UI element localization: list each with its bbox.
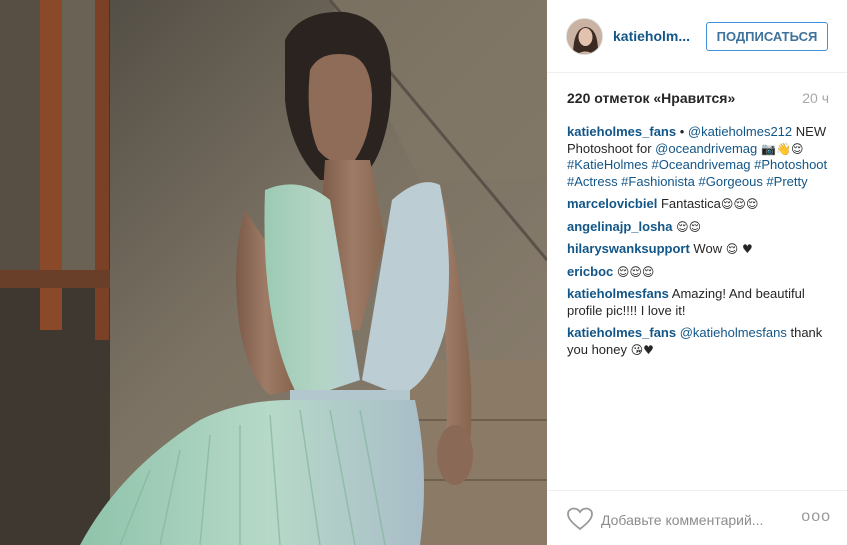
likes-count[interactable]: 220 отметок «Нравится»	[567, 90, 735, 106]
comment-item: katieholmes_fans @katieholmesfans thank …	[567, 325, 832, 358]
comment-username[interactable]: katieholmes_fans	[567, 124, 676, 139]
comment-emoji: 😌😌	[676, 219, 702, 234]
comment-emoji: 😌😌😌	[720, 197, 759, 211]
comment-username[interactable]: hilaryswanksupport	[567, 241, 690, 256]
comments-list: katieholmes_fans • @katieholmes212 NEW P…	[567, 124, 832, 364]
comment-item: marcelovicbiel Fantastica😌😌😌	[567, 196, 832, 213]
comment-item: katieholmesfans Amazing! And beautiful p…	[567, 286, 832, 319]
post-stats: 220 отметок «Нравится» 20 ч	[567, 90, 829, 110]
comment-username[interactable]: angelinajp_losha	[567, 219, 672, 234]
comment-username[interactable]: katieholmes_fans	[567, 325, 676, 340]
comment-emoji: 😘♥	[630, 342, 654, 357]
more-options-icon[interactable]: ooo	[801, 508, 831, 526]
comment-emoji: 😌 ♥	[725, 242, 753, 256]
follow-button[interactable]: ПОДПИСАТЬСЯ	[706, 22, 828, 51]
heart-icon[interactable]	[567, 507, 593, 531]
comment-hashtags[interactable]: #KatieHolmes #Oceandrivemag #Photoshoot …	[567, 157, 827, 189]
comment-mention[interactable]: @katieholmesfans	[676, 325, 787, 340]
avatar[interactable]	[566, 18, 603, 55]
comment-item: hilaryswanksupport Wow 😌 ♥	[567, 241, 832, 258]
avatar-image	[567, 19, 602, 54]
comment-username[interactable]: ericboc	[567, 264, 613, 279]
post-author-username[interactable]: katieholm...	[613, 28, 690, 44]
post-photo[interactable]	[0, 0, 547, 545]
comment-text: Fantastica	[657, 196, 721, 211]
comment-username[interactable]: katieholmesfans	[567, 286, 669, 301]
post-time[interactable]: 20 ч	[802, 90, 829, 106]
add-comment-input[interactable]	[601, 510, 801, 530]
post-sidebar: katieholm... ПОДПИСАТЬСЯ 220 отметок «Нр…	[547, 0, 847, 545]
post-photo-illustration	[0, 0, 547, 545]
comment-caption: katieholmes_fans • @katieholmes212 NEW P…	[567, 124, 832, 190]
comment-emoji: 😌😌😌	[616, 264, 655, 279]
comment-mention[interactable]: @oceandrivemag	[655, 141, 757, 156]
comment-mention[interactable]: @katieholmes212	[688, 124, 792, 139]
comment-username[interactable]: marcelovicbiel	[567, 196, 657, 211]
comment-text: Wow	[689, 241, 726, 256]
post-header: katieholm... ПОДПИСАТЬСЯ	[547, 0, 847, 73]
post-footer: ooo	[547, 490, 847, 545]
comment-item: ericboc 😌😌😌	[567, 264, 832, 281]
comment-item: angelinajp_losha 😌😌	[567, 219, 832, 236]
comment-separator: •	[676, 124, 688, 139]
comment-emoji: 📷👋😌	[757, 141, 804, 156]
